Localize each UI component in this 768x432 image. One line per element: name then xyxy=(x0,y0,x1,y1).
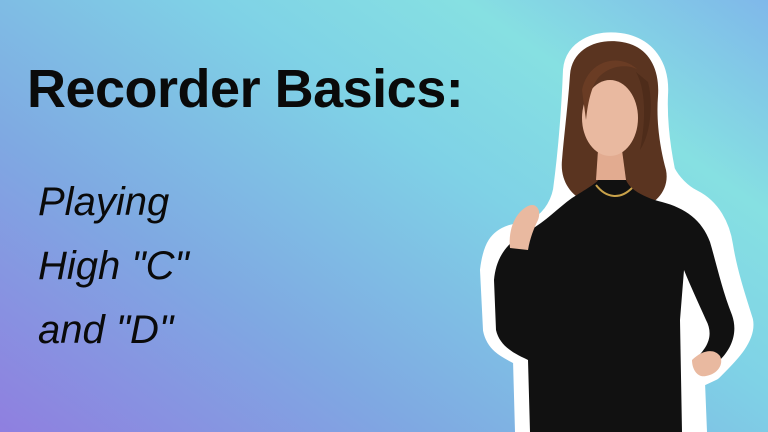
subtitle-line-2: High "C" xyxy=(38,244,189,288)
thumbnail-title: Recorder Basics: xyxy=(27,59,464,119)
subtitle-line-3: and "D" xyxy=(38,308,174,352)
subtitle-line-1: Playing xyxy=(38,180,170,224)
thumbnail-canvas: Recorder Basics: Playing High "C" and "D… xyxy=(0,0,768,432)
person-photo xyxy=(480,32,754,432)
thumbnail-subtitle: Playing High "C" and "D" xyxy=(38,170,189,362)
